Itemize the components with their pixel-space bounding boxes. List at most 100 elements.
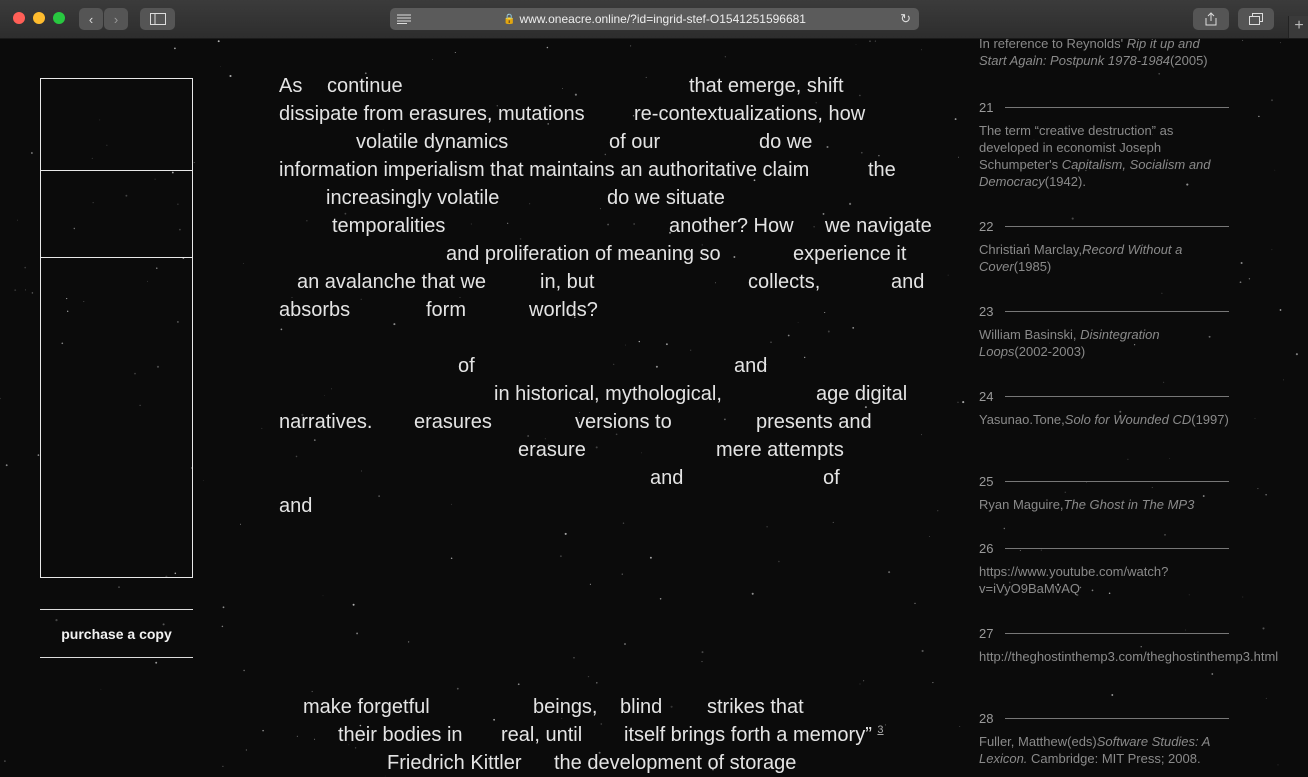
- minimize-window-button[interactable]: [33, 12, 45, 24]
- star: [1111, 694, 1114, 696]
- star: [493, 718, 495, 721]
- text-fragment: increasingly volatile: [326, 187, 500, 209]
- star: [1211, 673, 1214, 675]
- star: [217, 40, 220, 43]
- footnote-divider: [1005, 548, 1229, 549]
- footnote-item: 28 Fuller, Matthew(eds)Software Studies: …: [979, 710, 1229, 767]
- star: [14, 289, 17, 291]
- footnote-text-part: Cambridge: MIT Press; 2008.: [1027, 751, 1201, 766]
- zoom-window-button[interactable]: [53, 12, 65, 24]
- reader-icon[interactable]: [397, 14, 411, 24]
- star: [715, 282, 716, 284]
- star: [1295, 353, 1298, 356]
- footnote-text: Yasunao.Tone,Solo for Wounded CD(1997): [979, 411, 1229, 428]
- text-fragment: age digital: [816, 383, 908, 405]
- star: [546, 46, 549, 49]
- footnote-text-part: William Basinski,: [979, 327, 1081, 342]
- url-text: www.oneacre.online/?id=ingrid-stef-O1541…: [519, 12, 806, 26]
- star: [595, 446, 598, 449]
- star: [888, 571, 891, 574]
- text-fragment: erasure: [518, 439, 586, 461]
- footnote-text: Ryan Maguire,The Ghost in The MP3: [979, 496, 1229, 513]
- star: [1127, 458, 1129, 460]
- star: [1254, 418, 1256, 420]
- text-fragment: and: [279, 495, 313, 517]
- text-fragment: in, but: [540, 271, 595, 293]
- text-fragment: the development of storage: [554, 752, 797, 774]
- star: [314, 738, 316, 740]
- star: [587, 675, 590, 678]
- purchase-copy-button[interactable]: purchase a copy: [40, 609, 193, 658]
- footnote-divider: [1005, 311, 1229, 312]
- footnote-text: The term “creative destruction” as devel…: [979, 122, 1229, 190]
- star: [356, 632, 359, 635]
- text-fragment: the: [868, 159, 896, 181]
- new-tab-button[interactable]: +: [1288, 16, 1308, 38]
- back-button[interactable]: ‹: [79, 8, 103, 30]
- text-fragment: volatile dynamics: [356, 131, 509, 153]
- footnote-text-part: In reference to Reynolds': [979, 39, 1127, 51]
- star: [1265, 494, 1267, 496]
- text-fragment: their bodies in: [338, 724, 463, 746]
- forward-button[interactable]: ›: [104, 8, 128, 30]
- star: [352, 603, 355, 606]
- star: [1239, 281, 1242, 284]
- star: [1158, 72, 1161, 75]
- text-fragment: of: [823, 467, 840, 489]
- footnote-text-part[interactable]: https://www.youtube.com/watch?v=iVyO9BaM…: [979, 564, 1168, 596]
- star: [456, 687, 459, 690]
- star: [0, 397, 1, 400]
- star: [813, 226, 815, 228]
- text-fragment: dissipate from erasures, mutations: [279, 103, 585, 125]
- star: [937, 510, 939, 512]
- star: [221, 625, 224, 628]
- text-fragment: of our: [609, 131, 661, 153]
- star: [407, 641, 410, 643]
- text-fragment: strikes that: [707, 696, 804, 718]
- text-fragment: another? How: [669, 215, 794, 237]
- star: [243, 669, 245, 672]
- star: [624, 344, 626, 346]
- star: [222, 606, 225, 609]
- sidebar-toggle-button[interactable]: [140, 8, 175, 30]
- star: [1242, 596, 1244, 598]
- text-fragment: and: [734, 355, 768, 377]
- star: [470, 223, 472, 225]
- star: [31, 292, 34, 294]
- share-icon: [1205, 12, 1217, 26]
- footnote-item: 25 Ryan Maguire,The Ghost in The MP3: [979, 473, 1229, 513]
- star: [573, 657, 575, 659]
- footnote-item: 26 https://www.youtube.com/watch?v=iVyO9B…: [979, 540, 1229, 597]
- share-button[interactable]: [1193, 8, 1229, 30]
- star: [787, 334, 790, 337]
- footnote-text-part[interactable]: http://theghostinthemp3.com/theghostinth…: [979, 649, 1278, 664]
- text-fragment: As: [279, 75, 303, 97]
- text-fragment: mere attempts: [716, 439, 844, 461]
- footnote-link[interactable]: 3: [877, 724, 883, 736]
- star: [1163, 381, 1165, 383]
- image-frame-3: [40, 257, 193, 578]
- close-window-button[interactable]: [13, 12, 25, 24]
- star: [863, 680, 865, 682]
- reload-icon[interactable]: ↻: [900, 11, 911, 27]
- star: [323, 395, 325, 396]
- footnote-text-part: Ryan Maguire,: [979, 497, 1064, 512]
- footnote-text-part: Solo for Wounded CD: [1064, 412, 1192, 427]
- text-fragment: in historical, mythological,: [494, 383, 722, 405]
- footnote-text-part: Christian Marclay,: [979, 242, 1083, 257]
- text-fragment: beings,: [533, 696, 598, 718]
- star: [202, 480, 204, 481]
- star: [690, 349, 692, 351]
- tabs-overview-button[interactable]: [1238, 8, 1274, 30]
- star: [1257, 488, 1259, 490]
- address-bar[interactable]: 🔒 www.oneacre.online/?id=ingrid-stef-O15…: [390, 8, 919, 30]
- footnote-text: In reference to Reynolds' Rip it up and …: [979, 39, 1229, 69]
- star: [432, 58, 433, 60]
- star: [665, 343, 668, 346]
- star: [723, 418, 726, 421]
- text-fragment: make forgetful: [303, 696, 430, 718]
- footnote-text: William Basinski, Disintegration Loops(2…: [979, 326, 1229, 360]
- star: [4, 760, 6, 762]
- footnote-divider: [1005, 481, 1229, 482]
- footnote-text: Fuller, Matthew(eds)Software Studies: A …: [979, 733, 1229, 767]
